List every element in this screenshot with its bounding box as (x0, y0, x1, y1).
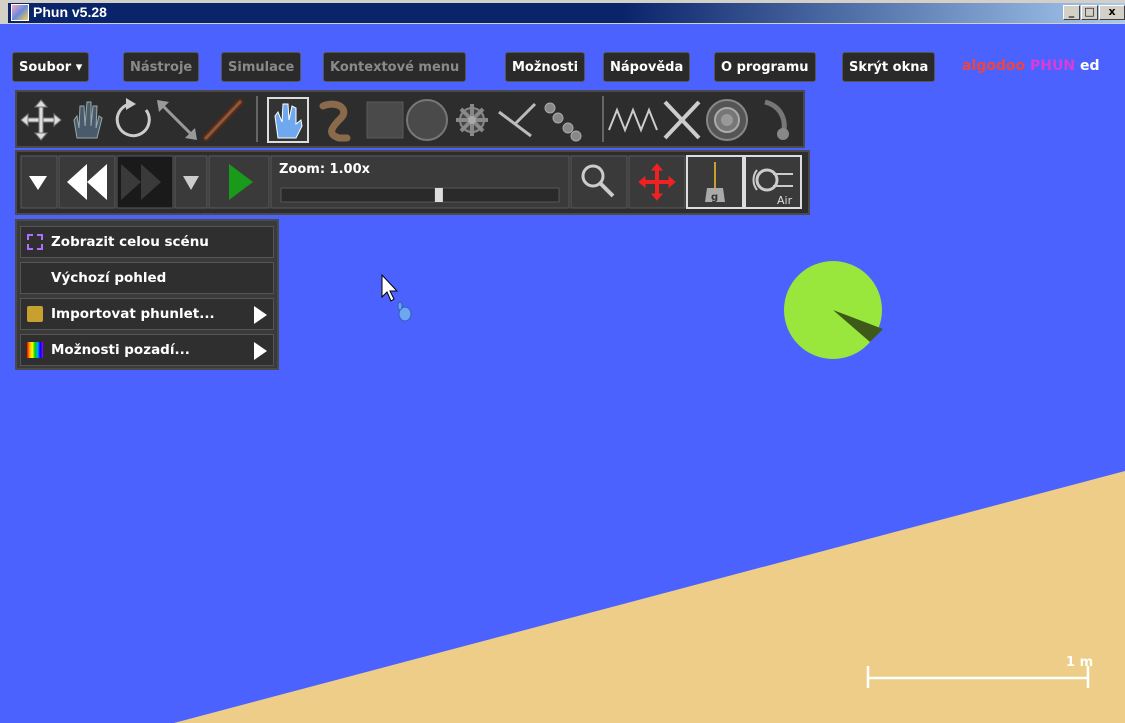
menu-o-programu[interactable]: O programu (714, 52, 816, 82)
ground-plane[interactable] (174, 471, 1125, 723)
menu-item-show-whole-scene[interactable]: Zobrazit celou scénu (20, 226, 274, 258)
tool-toolbar (15, 90, 805, 148)
title-bar[interactable]: Phun v5.28 _ □ x (0, 0, 1125, 24)
menu-napoveda[interactable]: Nápověda (603, 52, 691, 82)
hinge-tool-icon[interactable] (663, 100, 701, 140)
menu-nastroje[interactable]: Nástroje (123, 52, 200, 82)
menu-skryt-okna[interactable]: Skrýt okna (842, 52, 936, 82)
menu-moznosti[interactable]: Možnosti (505, 52, 586, 82)
chain-tool-icon[interactable] (544, 102, 582, 142)
thruster-tool-icon[interactable] (706, 99, 748, 141)
menu-item-label: Zobrazit celou scénu (51, 234, 209, 250)
menu-item-label: Možnosti pozadí... (51, 342, 190, 358)
air-toggle-button[interactable] (744, 155, 802, 209)
folder-icon (27, 306, 43, 322)
move-tool-icon[interactable] (20, 99, 62, 141)
brand-text-2: PHUN (1030, 58, 1076, 74)
rewind-button[interactable] (58, 155, 116, 209)
menu-item-import-phunlet[interactable]: Importovat phunlet... (20, 298, 274, 330)
maximize-button[interactable]: □ (1081, 5, 1098, 20)
brand-text-1: algodoo (962, 58, 1026, 74)
menu-soubor[interactable]: Soubor ▾ (12, 52, 90, 82)
gear-tool-icon[interactable] (456, 104, 488, 136)
box-tool-icon[interactable] (366, 101, 404, 139)
rainbow-icon (27, 342, 43, 358)
menu-simulace[interactable]: Simulace (221, 52, 302, 82)
title-bar-active (8, 3, 1125, 23)
submenu-arrow-icon (254, 306, 267, 324)
play-button[interactable] (208, 155, 270, 209)
knife-tool-icon[interactable] (202, 98, 244, 142)
fixate-tool-icon[interactable] (498, 102, 537, 138)
menu-item-default-view[interactable]: Výchozí pohled (20, 262, 274, 294)
brand-text-3: ed (1079, 58, 1100, 74)
submenu-arrow-icon (254, 342, 267, 360)
sketch-tool-icon[interactable] (319, 100, 351, 142)
minimize-button[interactable]: _ (1063, 5, 1080, 20)
gravity-label: g (711, 192, 718, 203)
menu-item-label: Importovat phunlet... (51, 306, 215, 322)
zoom-slider-thumb[interactable] (434, 188, 443, 202)
menu-kontextove-menu[interactable]: Kontextové menu (323, 52, 467, 82)
menu-item-label: Výchozí pohled (51, 270, 167, 286)
air-label: Air (777, 194, 793, 207)
circle-object[interactable] (784, 261, 883, 359)
hand-tool-icon[interactable] (73, 101, 103, 139)
zoom-tool-button[interactable] (570, 155, 628, 209)
app-icon[interactable] (11, 4, 29, 21)
dropdown-left-button[interactable] (20, 155, 58, 209)
dropdown-speed-button[interactable] (174, 155, 208, 209)
zoom-label: Zoom: 1.00x (279, 162, 371, 177)
scale-tool-icon[interactable] (157, 100, 197, 140)
window-title: Phun v5.28 (33, 4, 107, 20)
close-button[interactable]: x (1099, 5, 1125, 20)
menu-item-background-options[interactable]: Možnosti pozadí... (20, 334, 274, 366)
circle-tool-icon[interactable] (406, 99, 448, 141)
mouse-cursor-icon (381, 273, 412, 322)
pan-tool-button[interactable] (628, 155, 686, 209)
brush-tool-icon[interactable] (267, 97, 309, 143)
tracer-tool-icon[interactable] (764, 99, 789, 140)
tool-icons-svg (20, 96, 789, 143)
zoom-slider[interactable] (280, 187, 560, 203)
brand-logo: algodoo PHUN ed (962, 58, 1100, 74)
simulation-toolbar: g Air Zoom: 1.00x (15, 150, 810, 215)
sim-icons-svg: g Air (20, 155, 802, 209)
spring-tool-icon[interactable] (608, 107, 658, 133)
fit-scene-icon (27, 234, 43, 250)
rotate-tool-icon[interactable] (115, 98, 151, 138)
fast-forward-button[interactable] (116, 155, 174, 209)
scale-label: 1 m (1066, 655, 1093, 670)
